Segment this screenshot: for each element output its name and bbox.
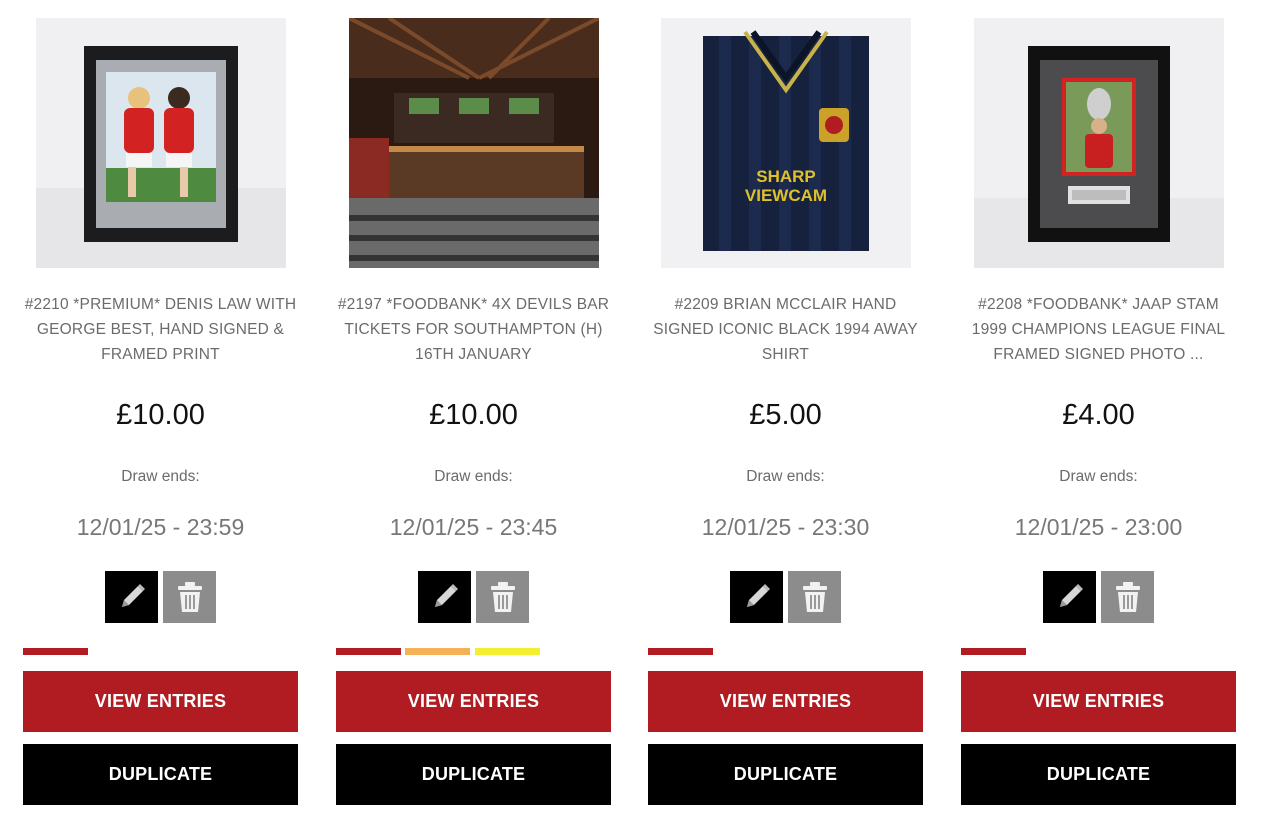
status-bar bbox=[961, 648, 1026, 655]
delete-button[interactable] bbox=[1101, 571, 1154, 623]
duplicate-label: DUPLICATE bbox=[108, 764, 213, 784]
draw-ends-date: 12/01/25 - 23:00 bbox=[1014, 514, 1183, 540]
duplicate-button[interactable]: DUPLICATE bbox=[648, 744, 923, 805]
product-card: #2197 *FOODBANK* 4X DEVILS BAR TICKETS F… bbox=[336, 0, 611, 828]
trash-icon bbox=[177, 582, 202, 612]
view-entries-label: VIEW ENTRIES bbox=[407, 691, 540, 711]
status-bar bbox=[336, 648, 401, 655]
status-bar bbox=[475, 648, 540, 655]
status-bar bbox=[405, 648, 470, 655]
product-title[interactable]: #2209 BRIAN MCCLAIR HAND SIGNED ICONIC B… bbox=[648, 292, 923, 367]
trash-icon bbox=[802, 582, 827, 612]
draw-ends-date: 12/01/25 - 23:30 bbox=[701, 514, 870, 540]
bar-interior-image bbox=[349, 18, 599, 268]
view-entries-label: VIEW ENTRIES bbox=[94, 691, 227, 711]
away-shirt-image: SHARP VIEWCAM bbox=[661, 18, 911, 268]
edit-button[interactable] bbox=[1043, 571, 1096, 623]
duplicate-button[interactable]: DUPLICATE bbox=[336, 744, 611, 805]
product-image[interactable] bbox=[974, 18, 1224, 268]
product-title[interactable]: #2210 *PREMIUM* DENIS LAW WITH GEORGE BE… bbox=[23, 292, 298, 367]
pencil-icon bbox=[1059, 584, 1083, 607]
product-price: £5.00 bbox=[749, 399, 822, 431]
duplicate-button[interactable]: DUPLICATE bbox=[23, 744, 298, 805]
status-bars bbox=[336, 648, 611, 655]
status-bars bbox=[23, 648, 298, 655]
product-price: £10.00 bbox=[429, 399, 518, 431]
draw-ends-date: 12/01/25 - 23:59 bbox=[76, 514, 245, 540]
view-entries-button[interactable]: VIEW ENTRIES bbox=[23, 671, 298, 732]
draw-ends-label: Draw ends: bbox=[434, 468, 513, 485]
product-card: #2208 *FOODBANK* JAAP STAM 1999 CHAMPION… bbox=[961, 0, 1236, 828]
edit-button[interactable] bbox=[105, 571, 158, 623]
edit-button[interactable] bbox=[418, 571, 471, 623]
framed-print-image bbox=[36, 18, 286, 268]
edit-button[interactable] bbox=[730, 571, 783, 623]
product-image[interactable]: SHARP VIEWCAM bbox=[661, 18, 911, 268]
draw-ends-label: Draw ends: bbox=[121, 468, 200, 485]
product-image[interactable] bbox=[36, 18, 286, 268]
view-entries-label: VIEW ENTRIES bbox=[719, 691, 852, 711]
delete-button[interactable] bbox=[476, 571, 529, 623]
duplicate-button[interactable]: DUPLICATE bbox=[961, 744, 1236, 805]
product-title[interactable]: #2208 *FOODBANK* JAAP STAM 1999 CHAMPION… bbox=[961, 292, 1236, 367]
framed-photo-image bbox=[974, 18, 1224, 268]
delete-button[interactable] bbox=[163, 571, 216, 623]
duplicate-label: DUPLICATE bbox=[733, 764, 838, 784]
pencil-icon bbox=[746, 584, 770, 607]
view-entries-button[interactable]: VIEW ENTRIES bbox=[961, 671, 1236, 732]
duplicate-label: DUPLICATE bbox=[1046, 764, 1151, 784]
status-bar bbox=[23, 648, 88, 655]
product-card: SHARP VIEWCAM #2209 BRIAN MCCLAIR HAND S… bbox=[648, 0, 923, 828]
product-card: #2210 *PREMIUM* DENIS LAW WITH GEORGE BE… bbox=[23, 0, 298, 828]
shirt-sponsor-top: SHARP bbox=[756, 167, 816, 186]
draw-ends-date: 12/01/25 - 23:45 bbox=[389, 514, 558, 540]
trash-icon bbox=[490, 582, 515, 612]
draw-ends-label: Draw ends: bbox=[1059, 468, 1138, 485]
product-title[interactable]: #2197 *FOODBANK* 4X DEVILS BAR TICKETS F… bbox=[336, 292, 611, 367]
duplicate-label: DUPLICATE bbox=[421, 764, 526, 784]
view-entries-label: VIEW ENTRIES bbox=[1032, 691, 1165, 711]
product-price: £4.00 bbox=[1062, 399, 1135, 431]
trash-icon bbox=[1115, 582, 1140, 612]
product-price: £10.00 bbox=[116, 399, 205, 431]
status-bars bbox=[961, 648, 1236, 655]
view-entries-button[interactable]: VIEW ENTRIES bbox=[648, 671, 923, 732]
delete-button[interactable] bbox=[788, 571, 841, 623]
product-image[interactable] bbox=[349, 18, 599, 268]
shirt-sponsor-bottom: VIEWCAM bbox=[745, 186, 827, 205]
status-bars bbox=[648, 648, 923, 655]
pencil-icon bbox=[121, 584, 145, 607]
draw-ends-label: Draw ends: bbox=[746, 468, 825, 485]
view-entries-button[interactable]: VIEW ENTRIES bbox=[336, 671, 611, 732]
status-bar bbox=[648, 648, 713, 655]
pencil-icon bbox=[434, 584, 458, 607]
